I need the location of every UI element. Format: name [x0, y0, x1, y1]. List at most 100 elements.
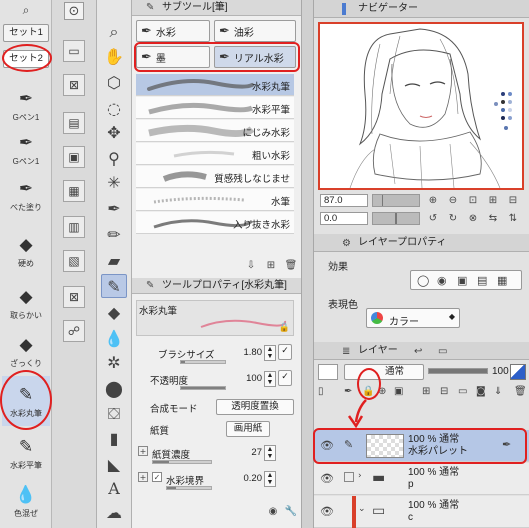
watercolor-edge-value[interactable]: 0.20 [234, 473, 263, 484]
paper-density-stepper[interactable]: ▲ ▼ [264, 445, 276, 461]
pressure-toggle[interactable]: ✓ [278, 370, 292, 386]
brush-size-stepper[interactable]: ▲ ▼ [264, 345, 276, 361]
brush-tool-icon[interactable]: ✎ [101, 274, 127, 298]
layer-row-palette[interactable]: 👁 ✎ 100 % 通常 水彩パレット ✒ [314, 430, 529, 462]
preset-eraser-hard[interactable]: ◆ 硬め [2, 226, 50, 276]
preset-fill-pen[interactable]: ✒ べた塗り [2, 170, 50, 220]
tab-real-watercolor[interactable]: ✒ リアル水彩 [214, 46, 296, 68]
opacity-slider[interactable] [180, 386, 226, 390]
reset-icon[interactable]: ◉ [266, 504, 280, 518]
preset-watercolor-flat[interactable]: ✎ 水彩平筆 [2, 428, 50, 478]
zoom-input[interactable]: 87.0 [320, 194, 368, 207]
layer-color-icon[interactable]: ▣ [457, 274, 467, 287]
tab-oil[interactable]: ✒ 油彩 [214, 20, 296, 42]
figure-tool-icon[interactable]: ⬤ [101, 376, 127, 400]
zoom-tool-icon[interactable]: ⌕ [101, 20, 127, 44]
tab-ink[interactable]: ✒ 墨 [136, 46, 210, 68]
panel-icon[interactable]: ⊠ [63, 286, 85, 308]
panel-icon[interactable]: ▣ [63, 146, 85, 168]
tone-effect-icon[interactable]: ◉ [437, 274, 447, 287]
brush-item[interactable]: 水彩丸筆 [136, 74, 294, 96]
preset-g-pen-2[interactable]: ✒ Gペン1 [2, 124, 50, 174]
hand-tool-icon[interactable]: ✋ [101, 44, 127, 68]
pressure-toggle[interactable]: ✓ [278, 344, 292, 360]
layer-color-swatch[interactable] [318, 364, 338, 380]
brush-size-value[interactable]: 1.80 [234, 347, 263, 358]
panel-icon[interactable]: ▭ [438, 343, 447, 361]
layer-opacity-slider[interactable] [428, 368, 488, 374]
mask-icon[interactable]: ◙ [476, 386, 486, 397]
preset-eraser-soft[interactable]: ◆ 取らかい [2, 278, 50, 328]
undo-icon[interactable]: ↩ [414, 343, 422, 361]
navigator-preview[interactable] [318, 22, 524, 190]
blend-tool-icon[interactable]: 💧 [101, 326, 127, 350]
brush-item[interactable]: 粗い水彩 [136, 143, 294, 165]
pen-tool-icon[interactable]: ✒ [101, 196, 127, 220]
reset-rotate-icon[interactable]: ⊗ [466, 211, 480, 225]
set2-button[interactable]: セット2 [3, 50, 49, 68]
flip-vertical-icon[interactable]: ⇅ [506, 211, 520, 225]
paper-density-value[interactable]: 27 [234, 447, 262, 458]
reference-icon[interactable]: ⊕ [378, 386, 386, 397]
move-tool-icon[interactable]: ✥ [101, 120, 127, 144]
new-layer-icon[interactable]: ⊞ [422, 386, 430, 397]
eye-icon[interactable]: 👁 [320, 472, 334, 485]
sparkle-tool-icon[interactable]: ✳ [101, 170, 127, 194]
rotate-input[interactable]: 0.0 [320, 212, 368, 225]
operation-tool-icon[interactable]: ⬡ [101, 70, 127, 94]
new-folder-icon[interactable]: ▭ [458, 386, 467, 397]
gradient-tool-icon[interactable]: ▮ [101, 426, 127, 450]
blend-mode-select[interactable]: 通常 [344, 364, 424, 380]
brush-item[interactable]: 水筆 [136, 189, 294, 211]
expand-icon[interactable]: + [138, 472, 148, 482]
fit-window-icon[interactable]: ⊟ [506, 193, 520, 207]
preset-color-blend[interactable]: 💧 色混ぜ [2, 476, 50, 526]
trash-icon[interactable]: 🗑 [514, 386, 527, 397]
draft-icon[interactable]: ▣ [394, 386, 403, 397]
search-icon[interactable]: ⌕ [16, 2, 36, 18]
download-icon[interactable]: ⇩ [244, 258, 258, 272]
eye-icon[interactable]: 👁 [320, 505, 334, 518]
edit-pencil-icon[interactable]: ✎ [344, 438, 353, 451]
brush-item[interactable]: 入り抜き水彩 [136, 212, 294, 234]
panel-icon[interactable]: ⊠ [63, 74, 85, 96]
expand-icon[interactable]: + [138, 446, 148, 456]
palette-layer-icon[interactable]: ✒ [344, 386, 352, 397]
eraser-tool-icon[interactable]: ◆ [101, 300, 127, 324]
preset-watercolor-round[interactable]: ✎ 水彩丸筆 [2, 376, 50, 426]
trash-icon[interactable]: 🗑 [284, 258, 298, 272]
layer-row-folder-c[interactable]: 👁 ⌄ ▭ 100 % 通常 c [314, 496, 529, 528]
watercolor-edge-stepper[interactable]: ▲ ▼ [264, 471, 276, 487]
decoration-tool-icon[interactable]: ✲ [101, 350, 127, 374]
panel-icon[interactable]: ☍ [63, 320, 85, 342]
chevron-right-icon[interactable]: › [358, 471, 362, 481]
ruler-tool-icon[interactable]: ◣ [101, 452, 127, 476]
color-swap-icon[interactable] [510, 364, 526, 380]
panel-icon[interactable]: ▦ [63, 180, 85, 202]
text-tool-icon[interactable]: A [101, 476, 127, 500]
brush-item[interactable]: にじみ水彩 [136, 120, 294, 142]
zoom-out-icon[interactable]: ⊖ [446, 193, 460, 207]
balloon-tool-icon[interactable]: ☁ [101, 500, 127, 524]
paper-density-slider[interactable] [152, 460, 212, 464]
fit-icon[interactable]: ⊡ [466, 193, 480, 207]
panel-icon[interactable]: ▭ [63, 40, 85, 62]
chevron-down-icon[interactable]: ⌄ [358, 504, 366, 514]
checkbox-checked[interactable]: ✓ [152, 472, 162, 482]
brush-item[interactable]: 水彩平筆 [136, 97, 294, 119]
lock-icon[interactable]: 🔒 [279, 323, 290, 333]
pencil-tool-icon[interactable]: ✏ [101, 222, 127, 246]
eyedropper-tool-icon[interactable]: ⚲ [101, 146, 127, 170]
tab-watercolor[interactable]: ✒ 水彩 [136, 20, 210, 42]
expression-color-select[interactable]: カラー ◆ [366, 308, 460, 328]
actual-size-icon[interactable]: ⊞ [486, 193, 500, 207]
panel-icon[interactable]: ▥ [63, 216, 85, 238]
layer-row-folder-p[interactable]: 👁 › ▬ 100 % 通常 p [314, 463, 529, 495]
paper-texture-select[interactable]: 画用紙 [226, 421, 270, 437]
checkbox[interactable] [344, 472, 354, 482]
brush-item[interactable]: 質感残しなじませ [136, 166, 294, 188]
lock-icon[interactable]: 🔒 [362, 386, 374, 397]
preset-eraser-rough[interactable]: ◆ ざっくり [2, 326, 50, 376]
extract-line-icon[interactable]: ▦ [497, 274, 507, 287]
blend-mode-select[interactable]: 透明度置換 [216, 399, 294, 415]
